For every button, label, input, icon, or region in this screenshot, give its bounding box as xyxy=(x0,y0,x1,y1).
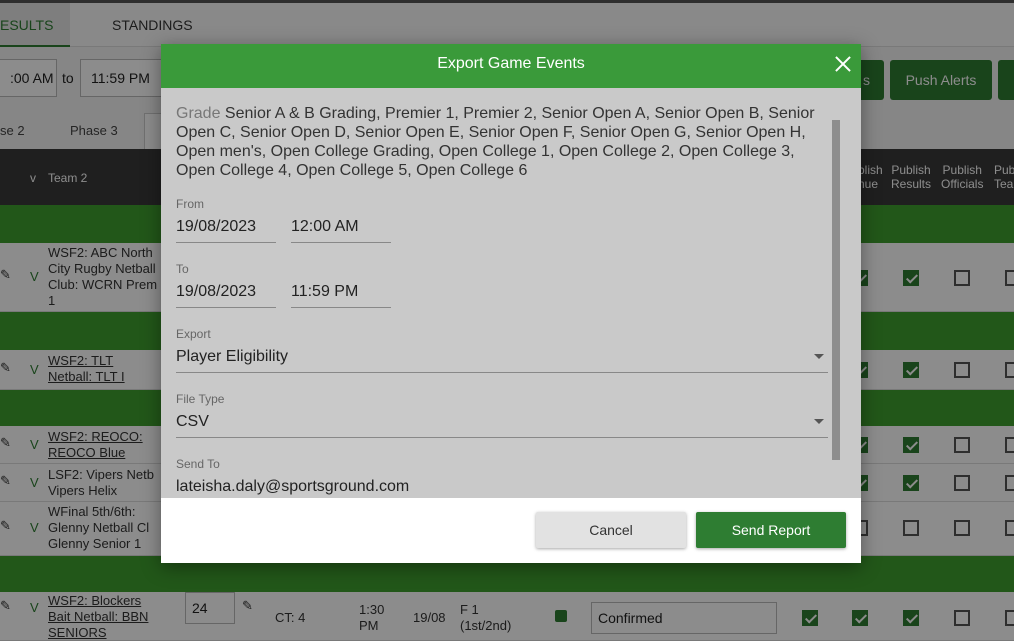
grade-field[interactable]: Grade Senior A & B Grading, Premier 1, P… xyxy=(176,104,826,180)
chevron-down-icon[interactable] xyxy=(814,419,824,424)
close-icon[interactable] xyxy=(833,54,853,74)
cancel-button[interactable]: Cancel xyxy=(536,512,686,548)
modal-body: Grade Senior A & B Grading, Premier 1, P… xyxy=(161,88,861,498)
send-to-input[interactable]: lateisha.daly@sportsground.com xyxy=(176,478,828,498)
export-select[interactable]: Player Eligibility xyxy=(176,348,828,373)
modal-header: Export Game Events xyxy=(161,44,861,88)
grade-value: Senior A & B Grading, Premier 1, Premier… xyxy=(176,105,815,179)
grade-label: Grade xyxy=(176,105,221,122)
export-modal: Export Game Events Grade Senior A & B Gr… xyxy=(161,44,861,563)
from-time-input[interactable]: 12:00 AM xyxy=(291,218,391,243)
chevron-down-icon[interactable] xyxy=(814,354,824,359)
send-to-label: Send To xyxy=(176,457,220,471)
file-type-label: File Type xyxy=(176,392,225,406)
to-label: To xyxy=(176,262,189,276)
scrollbar[interactable] xyxy=(829,108,843,500)
to-date-input[interactable]: 19/08/2023 xyxy=(176,283,276,308)
from-date-input[interactable]: 19/08/2023 xyxy=(176,218,276,243)
send-report-button[interactable]: Send Report xyxy=(696,512,846,548)
modal-title: Export Game Events xyxy=(437,55,585,72)
file-type-select[interactable]: CSV xyxy=(176,413,828,438)
to-time-input[interactable]: 11:59 PM xyxy=(291,283,391,308)
from-label: From xyxy=(176,197,204,211)
scrollbar-thumb[interactable] xyxy=(832,120,840,460)
export-label: Export xyxy=(176,327,211,341)
